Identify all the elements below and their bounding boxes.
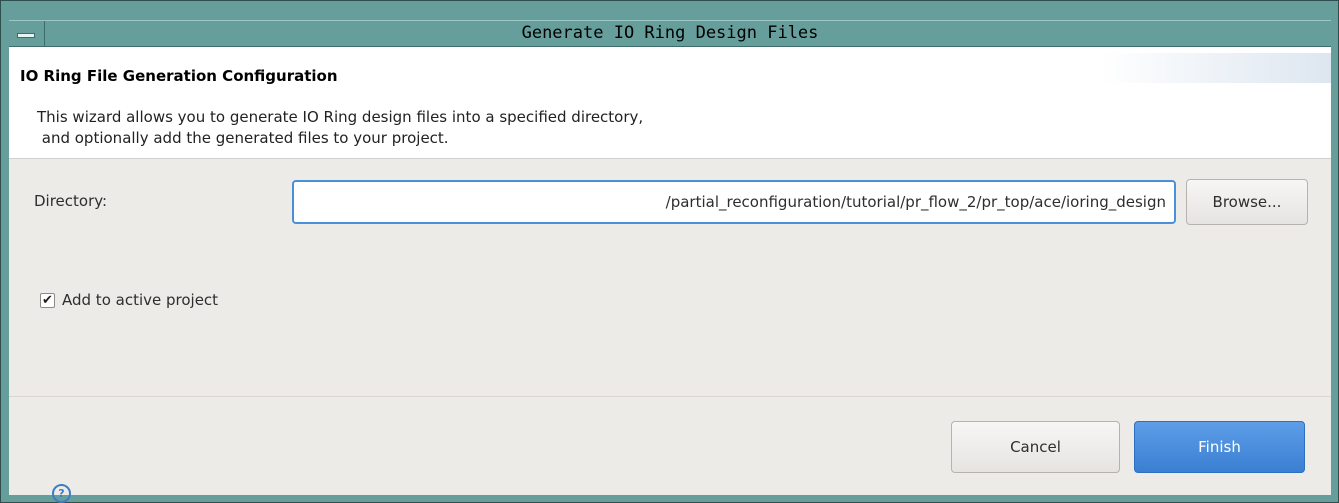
directory-label: Directory: — [34, 192, 108, 210]
window-frame: Generate IO Ring Design Files IO Ring Fi… — [0, 0, 1339, 503]
footer-separator — [9, 396, 1331, 397]
browse-button[interactable]: Browse... — [1186, 179, 1308, 225]
add-to-project-label[interactable]: Add to active project — [62, 291, 218, 309]
directory-input[interactable] — [292, 180, 1176, 224]
add-to-project-checkbox[interactable]: ✔ — [40, 293, 55, 308]
checkmark-icon: ✔ — [42, 293, 53, 308]
wizard-header: IO Ring File Generation Configuration Th… — [9, 47, 1331, 159]
title-bar[interactable]: Generate IO Ring Design Files — [9, 20, 1331, 47]
dialog-body: IO Ring File Generation Configuration Th… — [9, 47, 1331, 503]
wizard-page-description: This wizard allows you to generate IO Ri… — [37, 108, 644, 147]
finish-button[interactable]: Finish — [1134, 421, 1305, 473]
cancel-button[interactable]: Cancel — [951, 421, 1120, 473]
wizard-page-title: IO Ring File Generation Configuration — [20, 67, 338, 85]
header-banner-graphic — [1101, 53, 1331, 83]
help-icon[interactable]: ? — [52, 484, 71, 503]
window-title: Generate IO Ring Design Files — [521, 23, 819, 43]
